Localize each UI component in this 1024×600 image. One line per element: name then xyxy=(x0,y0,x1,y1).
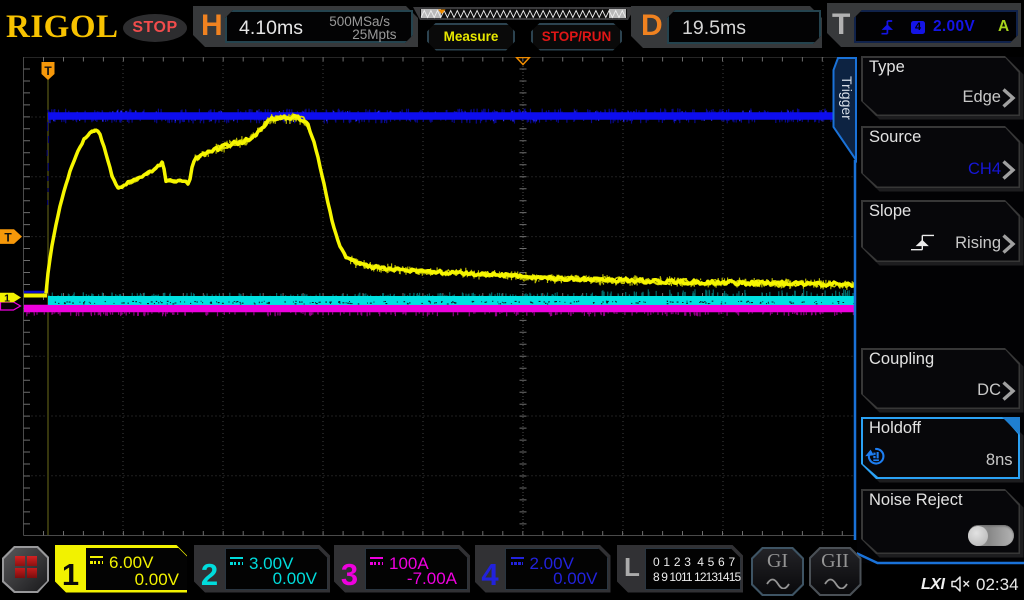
svg-text:Trigger: Trigger xyxy=(839,76,855,120)
